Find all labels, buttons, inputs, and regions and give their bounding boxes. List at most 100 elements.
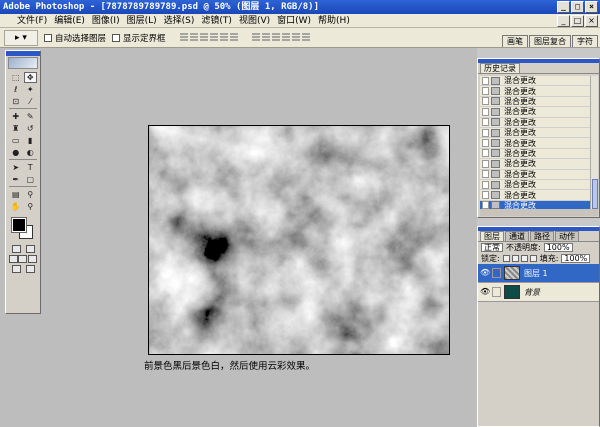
well-tab-layer-comps[interactable]: 图层复合 [529, 35, 571, 47]
path-selection-tool-icon[interactable]: ➤ [9, 162, 23, 173]
layer-row[interactable]: 👁 图层 1 [478, 264, 599, 283]
fill-field[interactable]: 100% [561, 254, 591, 263]
align-bottom-icon[interactable] [199, 33, 208, 42]
close-button[interactable]: × [585, 1, 598, 13]
move-tool-icon[interactable]: ✥ [23, 72, 37, 83]
foreground-color-swatch[interactable] [11, 217, 27, 233]
menu-image[interactable]: 图像(I) [89, 15, 123, 27]
history-brush-source-icon[interactable] [482, 107, 489, 116]
opacity-field[interactable]: 100% [543, 243, 573, 252]
screen-mode-full-icon[interactable] [27, 255, 37, 263]
menu-edit[interactable]: 编辑(E) [51, 15, 88, 27]
lasso-tool-icon[interactable]: ℓ [9, 84, 23, 95]
distribute-left-icon[interactable] [281, 33, 290, 42]
well-tab-brushes[interactable]: 画笔 [502, 35, 528, 47]
zoom-tool-icon[interactable]: ⚲ [24, 201, 38, 212]
gradient-tool-icon[interactable]: ▮ [24, 135, 38, 146]
standard-mode-icon[interactable] [11, 245, 21, 253]
tab-layers[interactable]: 图层 [480, 231, 504, 241]
dodge-tool-icon[interactable]: ◐ [24, 147, 38, 158]
tab-actions[interactable]: 动作 [555, 231, 579, 241]
quick-mask-icon[interactable] [25, 245, 35, 253]
distribute-hcenter-icon[interactable] [291, 33, 300, 42]
tab-channels[interactable]: 通道 [505, 231, 529, 241]
crop-tool-icon[interactable]: ⊡ [9, 96, 23, 107]
visibility-eye-icon[interactable]: 👁 [480, 268, 490, 278]
menu-file[interactable]: 文件(F) [14, 15, 50, 27]
history-scroll-thumb[interactable] [592, 179, 598, 209]
menu-layer[interactable]: 图层(L) [124, 15, 160, 27]
auto-select-option[interactable]: 自动选择图层 [44, 32, 106, 44]
menu-window[interactable]: 窗口(W) [274, 15, 314, 27]
align-hcenter-icon[interactable] [219, 33, 228, 42]
menu-help[interactable]: 帮助(H) [315, 15, 353, 27]
history-brush-source-icon[interactable] [482, 170, 489, 179]
history-brush-source-icon[interactable] [482, 159, 489, 168]
shape-tool-icon[interactable]: ▢ [24, 174, 38, 185]
distribute-vcenter-icon[interactable] [261, 33, 270, 42]
screen-mode-standard-icon[interactable] [9, 255, 19, 263]
doc-restore-button[interactable]: □ [571, 15, 584, 27]
distribute-right-icon[interactable] [301, 33, 310, 42]
marquee-tool-icon[interactable]: ⬚ [9, 72, 23, 83]
align-top-icon[interactable] [179, 33, 188, 42]
jump-to-imageready-icon[interactable] [11, 265, 21, 273]
history-brush-source-icon[interactable] [482, 76, 489, 85]
layer-link-toggle[interactable] [492, 268, 501, 278]
layer-link-toggle[interactable] [492, 287, 501, 297]
history-brush-source-icon[interactable] [482, 87, 489, 96]
hand-tool-icon[interactable]: ✋ [9, 201, 23, 212]
pen-tool-icon[interactable]: ✒ [9, 174, 23, 185]
notes-tool-icon[interactable]: ▤ [9, 189, 23, 200]
blur-tool-icon[interactable]: ● [9, 147, 23, 158]
lock-all-icon[interactable] [529, 255, 537, 262]
auto-select-checkbox[interactable] [44, 33, 52, 42]
history-brush-source-icon[interactable] [482, 118, 489, 127]
tab-paths[interactable]: 路径 [530, 231, 554, 241]
align-left-icon[interactable] [209, 33, 218, 42]
history-scrollbar[interactable] [590, 76, 598, 214]
type-tool-icon[interactable]: T [24, 162, 38, 173]
align-vcenter-icon[interactable] [189, 33, 198, 42]
maximize-button[interactable]: □ [571, 1, 584, 13]
screen-mode-menu-icon[interactable] [18, 255, 28, 263]
lock-pixels-icon[interactable] [511, 255, 519, 262]
imageready-arrow-icon[interactable] [25, 265, 35, 273]
visibility-eye-icon[interactable]: 👁 [480, 287, 490, 297]
blend-mode-select[interactable]: 正常 [481, 243, 503, 252]
align-right-icon[interactable] [229, 33, 238, 42]
show-bounds-option[interactable]: 显示定界框 [112, 32, 166, 44]
tool-preset-picker[interactable]: ▸ ▾ [4, 29, 38, 46]
lock-transparency-icon[interactable] [502, 255, 510, 262]
distribute-bottom-icon[interactable] [271, 33, 280, 42]
history-brush-source-icon[interactable] [482, 128, 489, 137]
document-canvas[interactable] [148, 125, 450, 355]
doc-close-button[interactable]: × [585, 15, 598, 27]
eyedropper-tool-icon[interactable]: ⚲ [24, 189, 38, 200]
minimize-button[interactable]: _ [557, 1, 570, 13]
clone-stamp-tool-icon[interactable]: ♜ [9, 123, 23, 134]
menu-filter[interactable]: 滤镜(T) [198, 15, 235, 27]
menu-select[interactable]: 选择(S) [161, 15, 198, 27]
history-brush-source-icon[interactable] [482, 149, 489, 158]
well-tab-character[interactable]: 字符 [572, 35, 598, 47]
eraser-tool-icon[interactable]: ▭ [9, 135, 23, 146]
lock-position-icon[interactable] [520, 255, 528, 262]
brush-tool-icon[interactable]: ✎ [24, 111, 38, 122]
tab-history[interactable]: 历史记录 [480, 63, 520, 73]
toolbox-titlebar[interactable] [6, 51, 40, 56]
history-brush-tool-icon[interactable]: ↺ [24, 123, 38, 134]
history-brush-source-icon[interactable] [482, 97, 489, 106]
magic-wand-tool-icon[interactable]: ✦ [24, 84, 38, 95]
history-brush-source-icon[interactable] [482, 190, 489, 199]
healing-brush-tool-icon[interactable]: ✚ [9, 111, 23, 122]
toolbox-logo[interactable] [8, 57, 38, 69]
menu-view[interactable]: 视图(V) [236, 15, 273, 27]
doc-minimize-button[interactable]: _ [557, 15, 570, 27]
layer-row[interactable]: 👁 背景 [478, 283, 599, 302]
distribute-top-icon[interactable] [251, 33, 260, 42]
history-brush-source-icon[interactable] [482, 180, 489, 189]
slice-tool-icon[interactable]: ⁄ [24, 96, 38, 107]
history-brush-source-icon[interactable] [482, 139, 489, 148]
show-bounds-checkbox[interactable] [112, 33, 121, 42]
